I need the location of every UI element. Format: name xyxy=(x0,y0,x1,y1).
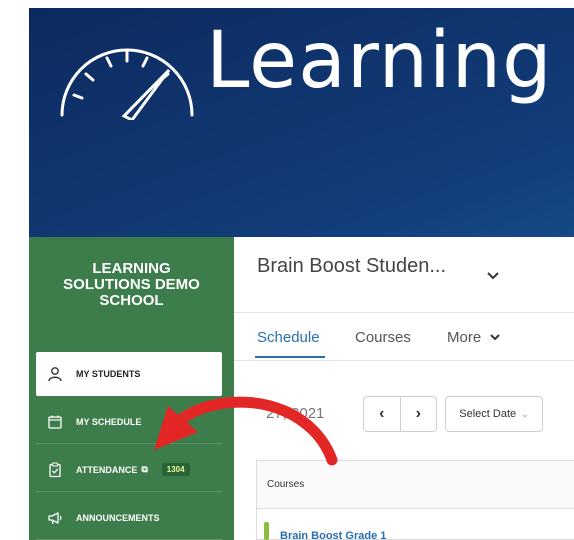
external-link-icon: ⧉ xyxy=(141,464,148,474)
select-date-button[interactable]: Select Date ⌄ xyxy=(445,396,543,432)
page-title[interactable]: Brain Boost Studen... xyxy=(257,255,446,278)
course-link[interactable]: Brain Boost Grade 1 xyxy=(280,530,386,540)
date-navigation: ‹ › xyxy=(363,396,437,432)
chevron-down-icon[interactable] xyxy=(486,270,500,280)
sidebar-item-label: MY STUDENTS xyxy=(76,368,141,379)
school-name-line: SOLUTIONS DEMO xyxy=(63,276,200,293)
chevron-down-icon xyxy=(490,334,501,341)
courses-table: Courses xyxy=(256,460,574,540)
tab-more-label: More xyxy=(447,329,482,346)
red-arrow-annotation xyxy=(154,396,338,466)
school-name-line: LEARNING xyxy=(92,260,171,277)
tab-courses[interactable]: Courses xyxy=(355,329,411,346)
next-date-button[interactable]: › xyxy=(399,397,437,431)
chevron-down-icon: ⌄ xyxy=(521,408,529,419)
sidebar-item-label: ANNOUNCEMENTS xyxy=(76,512,160,523)
logo-wordmark: Learning xyxy=(206,16,553,106)
school-name-line: SCHOOL xyxy=(99,292,164,309)
sidebar-item-label: MY SCHEDULE xyxy=(76,416,142,427)
screenshot-stage: Learning LEARNING SOLUTIONS DEMO SCHOOL … xyxy=(0,0,574,540)
sidebar-item-label: ATTENDANCE xyxy=(76,464,138,475)
clipboard-check-icon xyxy=(46,461,64,479)
school-name: LEARNING SOLUTIONS DEMO SCHOOL xyxy=(29,261,234,309)
divider xyxy=(234,360,574,361)
person-icon xyxy=(46,365,64,383)
divider xyxy=(234,312,574,313)
active-tab-indicator xyxy=(255,356,325,358)
sidebar-item-announcements[interactable]: ANNOUNCEMENTS xyxy=(36,496,222,540)
select-date-label: Select Date xyxy=(459,408,517,420)
previous-date-button[interactable]: ‹ xyxy=(364,397,400,431)
tab-more[interactable]: More xyxy=(447,329,501,346)
tab-schedule[interactable]: Schedule xyxy=(257,329,320,346)
speedometer-icon xyxy=(60,48,194,120)
calendar-icon xyxy=(46,413,64,431)
table-header-courses: Courses xyxy=(257,461,574,509)
megaphone-icon xyxy=(46,509,64,527)
course-color-marker xyxy=(264,522,269,540)
